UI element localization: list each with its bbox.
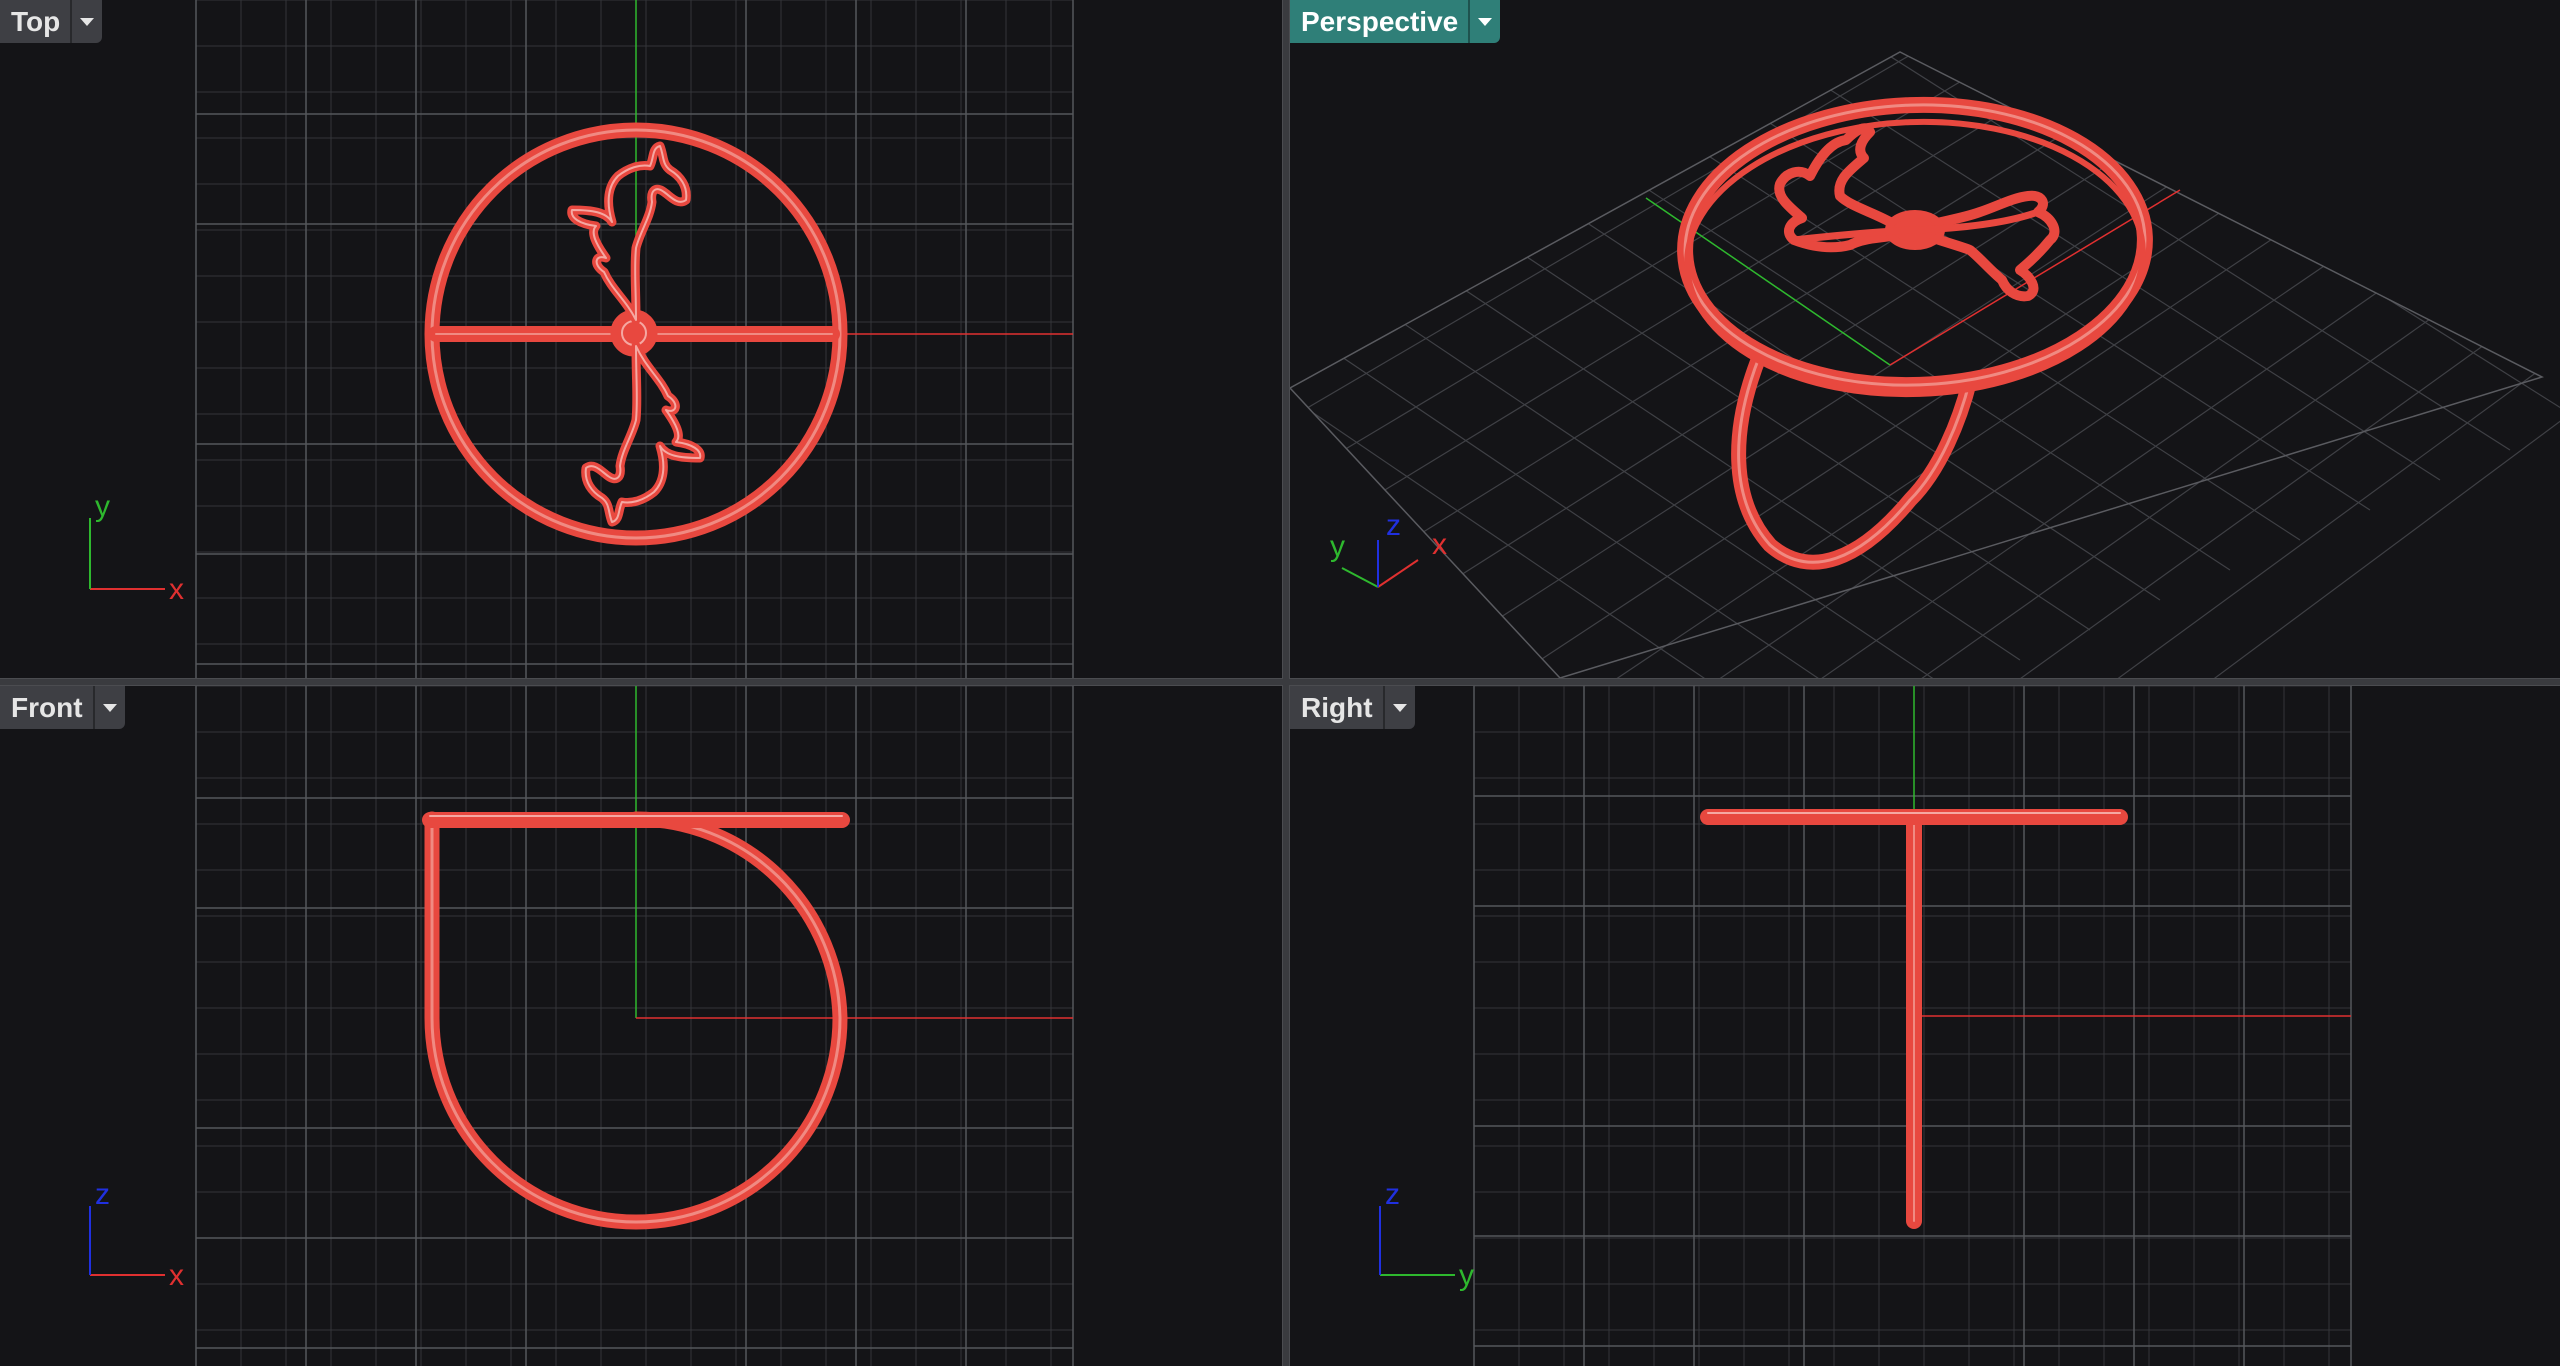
viewport-right[interactable]: Right y z	[1289, 685, 2560, 1366]
top-canvas[interactable]: x y	[0, 0, 1282, 678]
perspective-canvas[interactable]: y z x	[1290, 0, 2560, 678]
gizmo-z-label: z	[95, 1178, 110, 1211]
gizmo-z-label: z	[1386, 509, 1401, 542]
axis-gizmo-top: x y	[89, 490, 184, 606]
viewport-tab-right[interactable]: Right	[1290, 686, 1415, 729]
viewport-tab-top[interactable]: Top	[0, 0, 103, 43]
gizmo-y-label: y	[1459, 1259, 1474, 1292]
viewport-tab-perspective[interactable]: Perspective	[1290, 0, 1501, 43]
viewport-menu-dropdown-icon[interactable]	[1382, 686, 1415, 729]
viewport-menu-dropdown-icon[interactable]	[1468, 0, 1500, 43]
viewport-layout: Top x y Perspective y z x Front x z Righ…	[0, 0, 2560, 1366]
viewport-title: Right	[1301, 691, 1373, 723]
gizmo-z-label: z	[1385, 1178, 1400, 1211]
viewport-menu-dropdown-icon[interactable]	[92, 686, 125, 729]
viewport-tab-front[interactable]: Front	[0, 686, 125, 729]
viewport-title: Front	[11, 691, 83, 723]
viewport-menu-dropdown-icon[interactable]	[70, 0, 102, 43]
front-canvas[interactable]: x z	[0, 686, 1282, 1366]
axis-gizmo-right: y z	[1379, 1178, 1474, 1292]
gizmo-x-label: x	[169, 1259, 184, 1292]
construction-grid	[195, 686, 1074, 1366]
axis-gizmo-perspective: y z x	[1330, 509, 1447, 588]
viewport-top[interactable]: Top x y	[0, 0, 1283, 679]
axis-gizmo-front: x z	[89, 1178, 184, 1292]
viewport-title: Perspective	[1301, 5, 1459, 37]
gizmo-y-label: y	[1330, 530, 1345, 563]
gizmo-x-label: x	[1432, 528, 1447, 561]
viewport-front[interactable]: Front x z	[0, 685, 1283, 1366]
right-canvas[interactable]: y z	[1290, 686, 2560, 1366]
gizmo-x-label: x	[169, 573, 184, 606]
viewport-perspective[interactable]: Perspective y z x	[1289, 0, 2560, 679]
ring-model[interactable]	[1700, 809, 2128, 1229]
gizmo-y-label: y	[95, 490, 110, 523]
viewport-title: Top	[11, 5, 61, 37]
